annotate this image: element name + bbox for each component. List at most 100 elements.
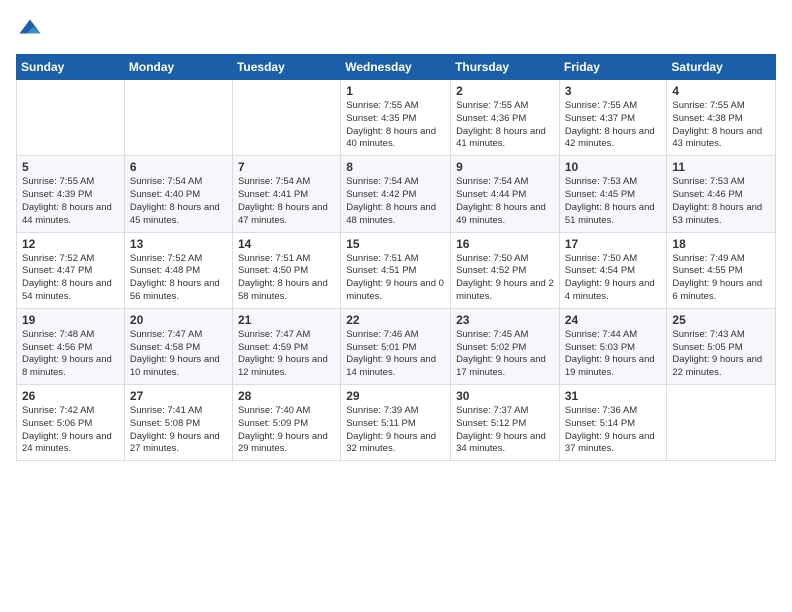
calendar-cell: 20 Sunrise: 7:47 AM Sunset: 4:58 PM Dayli…: [124, 308, 232, 384]
day-number: 2: [456, 84, 554, 98]
day-number: 3: [565, 84, 662, 98]
day-number: 27: [130, 389, 227, 403]
day-content: Sunrise: 7:53 AM Sunset: 4:45 PM Dayligh…: [565, 176, 662, 227]
day-number: 20: [130, 313, 227, 327]
day-number: 24: [565, 313, 662, 327]
day-content: Sunrise: 7:54 AM Sunset: 4:44 PM Dayligh…: [456, 176, 554, 227]
logo: [16, 16, 48, 44]
day-header-saturday: Saturday: [667, 55, 776, 80]
day-content: Sunrise: 7:55 AM Sunset: 4:37 PM Dayligh…: [565, 100, 662, 151]
day-content: Sunrise: 7:44 AM Sunset: 5:03 PM Dayligh…: [565, 329, 662, 380]
day-header-monday: Monday: [124, 55, 232, 80]
calendar-cell: 26Sunrise: 7:42 AM Sunset: 5:06 PM Dayli…: [17, 385, 125, 461]
day-content: Sunrise: 7:39 AM Sunset: 5:11 PM Dayligh…: [346, 405, 445, 456]
day-number: 29: [346, 389, 445, 403]
day-content: Sunrise: 7:54 AM Sunset: 4:41 PM Dayligh…: [238, 176, 335, 227]
calendar-cell: 4 Sunrise: 7:55 AM Sunset: 4:38 PM Daylig…: [667, 80, 776, 156]
day-header-tuesday: Tuesday: [232, 55, 340, 80]
calendar-cell: 7 Sunrise: 7:54 AM Sunset: 4:41 PM Daylig…: [232, 156, 340, 232]
day-number: 31: [565, 389, 662, 403]
calendar-week-row: 12 Sunrise: 7:52 AM Sunset: 4:47 PM Dayli…: [17, 232, 776, 308]
day-content: Sunrise: 7:48 AM Sunset: 4:56 PM Dayligh…: [22, 329, 119, 380]
calendar-cell: 22 Sunrise: 7:46 AM Sunset: 5:01 PM Dayli…: [341, 308, 451, 384]
calendar-cell: 24 Sunrise: 7:44 AM Sunset: 5:03 PM Dayli…: [559, 308, 667, 384]
day-number: 21: [238, 313, 335, 327]
calendar-cell: 18 Sunrise: 7:49 AM Sunset: 4:55 PM Dayli…: [667, 232, 776, 308]
day-number: 11: [672, 160, 770, 174]
day-content: Sunrise: 7:49 AM Sunset: 4:55 PM Dayligh…: [672, 253, 770, 304]
day-content: Sunrise: 7:46 AM Sunset: 5:01 PM Dayligh…: [346, 329, 445, 380]
day-number: 16: [456, 237, 554, 251]
day-number: 6: [130, 160, 227, 174]
calendar-cell: 17 Sunrise: 7:50 AM Sunset: 4:54 PM Dayli…: [559, 232, 667, 308]
calendar-cell: 13Sunrise: 7:52 AM Sunset: 4:48 PM Dayli…: [124, 232, 232, 308]
calendar-cell: [667, 385, 776, 461]
day-number: 18: [672, 237, 770, 251]
day-number: 10: [565, 160, 662, 174]
day-content: Sunrise: 7:45 AM Sunset: 5:02 PM Dayligh…: [456, 329, 554, 380]
day-content: Sunrise: 7:51 AM Sunset: 4:51 PM Dayligh…: [346, 253, 445, 304]
day-header-friday: Friday: [559, 55, 667, 80]
day-number: 25: [672, 313, 770, 327]
day-content: Sunrise: 7:40 AM Sunset: 5:09 PM Dayligh…: [238, 405, 335, 456]
day-header-wednesday: Wednesday: [341, 55, 451, 80]
day-number: 22: [346, 313, 445, 327]
calendar-cell: 6Sunrise: 7:54 AM Sunset: 4:40 PM Daylig…: [124, 156, 232, 232]
day-content: Sunrise: 7:51 AM Sunset: 4:50 PM Dayligh…: [238, 253, 335, 304]
day-number: 8: [346, 160, 445, 174]
calendar-cell: [124, 80, 232, 156]
calendar-cell: 10 Sunrise: 7:53 AM Sunset: 4:45 PM Dayli…: [559, 156, 667, 232]
day-content: Sunrise: 7:52 AM Sunset: 4:47 PM Dayligh…: [22, 253, 119, 304]
calendar-cell: 31 Sunrise: 7:36 AM Sunset: 5:14 PM Dayli…: [559, 385, 667, 461]
day-content: Sunrise: 7:37 AM Sunset: 5:12 PM Dayligh…: [456, 405, 554, 456]
calendar-cell: 23Sunrise: 7:45 AM Sunset: 5:02 PM Dayli…: [451, 308, 560, 384]
calendar-cell: 25Sunrise: 7:43 AM Sunset: 5:05 PM Dayli…: [667, 308, 776, 384]
day-content: Sunrise: 7:50 AM Sunset: 4:54 PM Dayligh…: [565, 253, 662, 304]
page-header: [16, 16, 776, 44]
calendar-cell: 14 Sunrise: 7:51 AM Sunset: 4:50 PM Dayli…: [232, 232, 340, 308]
calendar-cell: 2 Sunrise: 7:55 AM Sunset: 4:36 PM Daylig…: [451, 80, 560, 156]
day-number: 15: [346, 237, 445, 251]
day-content: Sunrise: 7:42 AM Sunset: 5:06 PM Dayligh…: [22, 405, 119, 456]
calendar-cell: 3 Sunrise: 7:55 AM Sunset: 4:37 PM Daylig…: [559, 80, 667, 156]
day-number: 12: [22, 237, 119, 251]
day-content: Sunrise: 7:36 AM Sunset: 5:14 PM Dayligh…: [565, 405, 662, 456]
day-number: 19: [22, 313, 119, 327]
logo-icon: [16, 16, 44, 44]
calendar-header-row: SundayMondayTuesdayWednesdayThursdayFrid…: [17, 55, 776, 80]
day-number: 1: [346, 84, 445, 98]
day-number: 9: [456, 160, 554, 174]
day-content: Sunrise: 7:55 AM Sunset: 4:36 PM Dayligh…: [456, 100, 554, 151]
day-number: 5: [22, 160, 119, 174]
calendar-cell: 30 Sunrise: 7:37 AM Sunset: 5:12 PM Dayli…: [451, 385, 560, 461]
calendar-cell: 28 Sunrise: 7:40 AM Sunset: 5:09 PM Dayli…: [232, 385, 340, 461]
day-number: 30: [456, 389, 554, 403]
calendar-cell: 19 Sunrise: 7:48 AM Sunset: 4:56 PM Dayli…: [17, 308, 125, 384]
day-number: 13: [130, 237, 227, 251]
day-number: 28: [238, 389, 335, 403]
calendar-cell: 12 Sunrise: 7:52 AM Sunset: 4:47 PM Dayli…: [17, 232, 125, 308]
calendar-cell: [17, 80, 125, 156]
calendar-cell: [232, 80, 340, 156]
day-number: 7: [238, 160, 335, 174]
day-header-sunday: Sunday: [17, 55, 125, 80]
calendar-cell: 16 Sunrise: 7:50 AM Sunset: 4:52 PM Dayli…: [451, 232, 560, 308]
calendar-table: SundayMondayTuesdayWednesdayThursdayFrid…: [16, 54, 776, 461]
calendar-cell: 11 Sunrise: 7:53 AM Sunset: 4:46 PM Dayli…: [667, 156, 776, 232]
day-number: 14: [238, 237, 335, 251]
calendar-week-row: 26Sunrise: 7:42 AM Sunset: 5:06 PM Dayli…: [17, 385, 776, 461]
day-number: 4: [672, 84, 770, 98]
day-content: Sunrise: 7:53 AM Sunset: 4:46 PM Dayligh…: [672, 176, 770, 227]
calendar-cell: 1Sunrise: 7:55 AM Sunset: 4:35 PM Daylig…: [341, 80, 451, 156]
day-content: Sunrise: 7:54 AM Sunset: 4:42 PM Dayligh…: [346, 176, 445, 227]
day-number: 17: [565, 237, 662, 251]
day-content: Sunrise: 7:55 AM Sunset: 4:38 PM Dayligh…: [672, 100, 770, 151]
calendar-week-row: 5Sunrise: 7:55 AM Sunset: 4:39 PM Daylig…: [17, 156, 776, 232]
calendar-cell: 21Sunrise: 7:47 AM Sunset: 4:59 PM Dayli…: [232, 308, 340, 384]
calendar-cell: 29 Sunrise: 7:39 AM Sunset: 5:11 PM Dayli…: [341, 385, 451, 461]
calendar-cell: 15 Sunrise: 7:51 AM Sunset: 4:51 PM Dayli…: [341, 232, 451, 308]
day-content: Sunrise: 7:47 AM Sunset: 4:58 PM Dayligh…: [130, 329, 227, 380]
calendar-cell: 9 Sunrise: 7:54 AM Sunset: 4:44 PM Daylig…: [451, 156, 560, 232]
calendar-cell: 8 Sunrise: 7:54 AM Sunset: 4:42 PM Daylig…: [341, 156, 451, 232]
day-content: Sunrise: 7:50 AM Sunset: 4:52 PM Dayligh…: [456, 253, 554, 304]
